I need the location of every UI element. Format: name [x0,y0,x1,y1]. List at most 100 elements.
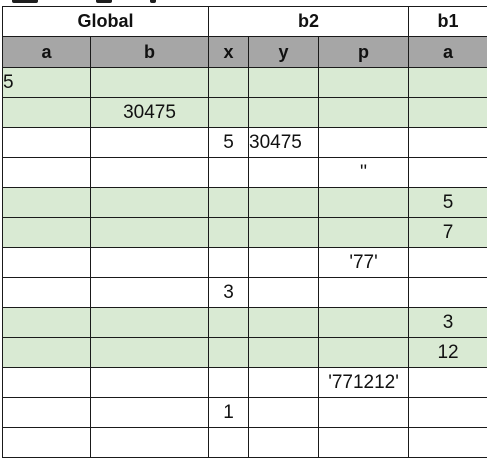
cell-b1-a[interactable] [408,277,487,308]
cell-global-b[interactable] [89,127,210,158]
cell-global-a[interactable] [2,157,91,188]
cell-b2-y[interactable] [248,187,320,218]
cell-b1-a[interactable]: 12 [408,337,487,368]
cell-global-b[interactable] [89,217,210,248]
cell-global-b[interactable] [89,247,210,278]
cell-global-a[interactable] [2,397,91,428]
cell-global-b[interactable] [89,67,210,98]
cell-b2-x[interactable] [208,97,250,128]
table-row: 7 [2,217,487,248]
cell-b2-x[interactable]: 5 [208,127,250,158]
cell-global-a[interactable] [2,277,91,308]
cell-b2-p[interactable]: '771212' [318,367,410,398]
cell-global-a[interactable] [2,367,91,398]
cell-global-a[interactable] [2,187,91,218]
cell-b1-a[interactable]: 7 [408,217,487,248]
cell-b2-p[interactable] [318,217,410,248]
column-header-row: a b x y p a [2,36,487,68]
table-row: 5 [2,187,487,218]
table-row: 3 [2,277,487,308]
cell-b1-a[interactable] [408,247,487,278]
cell-global-b[interactable] [89,397,210,428]
cell-global-b[interactable] [89,187,210,218]
cell-global-b[interactable] [89,427,210,458]
cell-b1-a[interactable] [408,427,487,458]
cell-global-a[interactable] [2,337,91,368]
cell-b1-a[interactable] [408,97,487,128]
cropped-text-fragment [96,0,112,3]
column-header-b2-y: y [248,36,320,68]
table-row: '771212' [2,367,487,398]
cell-global-a[interactable] [2,307,91,338]
cell-b2-p[interactable] [318,97,410,128]
cell-b2-p[interactable] [318,337,410,368]
cell-b2-y[interactable] [248,157,320,188]
cell-b2-x[interactable] [208,157,250,188]
cell-b1-a[interactable]: 3 [408,307,487,338]
cell-b2-y[interactable] [248,217,320,248]
column-header-global-a: a [2,36,91,68]
scope-header-row: Global b2 b1 [1,6,487,37]
cell-b1-a[interactable] [408,67,487,98]
table-row: '77' [2,247,487,278]
cell-global-a[interactable] [2,127,91,158]
cell-global-b[interactable] [89,277,210,308]
cell-b2-y[interactable] [248,307,320,338]
cell-b2-x[interactable] [208,367,250,398]
cell-b2-x[interactable] [208,217,250,248]
cell-b2-p[interactable] [318,67,410,98]
cell-b2-y[interactable] [248,427,320,458]
cell-b2-p[interactable] [318,187,410,218]
cell-b2-p[interactable]: '77' [318,247,410,278]
cell-b2-y[interactable] [248,277,320,308]
cell-b2-x[interactable]: 3 [208,277,250,308]
column-header-b2-p: p [318,36,410,68]
scope-header-global: Global [1,6,210,37]
cell-b2-y[interactable] [248,367,320,398]
cell-b2-x[interactable] [208,337,250,368]
scope-header-b1: b1 [408,6,487,37]
cell-b2-x[interactable]: 1 [208,397,250,428]
column-header-b1-a: a [408,36,487,68]
cell-b2-x[interactable] [208,427,250,458]
cell-global-b[interactable] [89,157,210,188]
cell-b2-y[interactable] [248,397,320,428]
cell-global-a[interactable] [2,97,91,128]
cell-b1-a[interactable] [408,397,487,428]
table-row: 30475 [2,97,487,128]
cell-b1-a[interactable] [408,127,487,158]
cell-global-b[interactable] [89,307,210,338]
cell-b2-p[interactable] [318,427,410,458]
cell-b2-y[interactable] [248,97,320,128]
cell-global-a[interactable] [2,247,91,278]
cell-b2-y[interactable] [248,337,320,368]
column-header-global-b: b [89,36,210,68]
cell-b2-p[interactable]: '' [318,157,410,188]
cell-b2-p[interactable] [318,307,410,338]
cell-b2-x[interactable] [208,247,250,278]
cell-b2-y[interactable]: 30475 [248,127,320,158]
cell-global-b[interactable]: 30475 [89,97,210,128]
cell-b2-x[interactable] [208,67,250,98]
variable-trace-table: Global b2 b1 a b x y p a 5 30475 5 30475 '' 5… [1,6,487,458]
cell-b2-p[interactable] [318,127,410,158]
scope-header-b2: b2 [208,6,410,37]
cell-global-a[interactable]: 5 [2,67,91,98]
table-body: 5 30475 5 30475 '' 5 7'77' 3 3 12'771212' 1 [2,67,487,458]
cell-global-a[interactable] [2,217,91,248]
cell-b1-a[interactable] [408,367,487,398]
cell-b2-p[interactable] [318,397,410,428]
cell-b2-x[interactable] [208,307,250,338]
column-header-b2-x: x [208,36,250,68]
cell-global-b[interactable] [89,367,210,398]
cell-global-a[interactable] [2,427,91,458]
cell-b2-y[interactable] [248,247,320,278]
cropped-text-fragment [150,0,156,3]
cell-b1-a[interactable] [408,157,487,188]
cell-global-b[interactable] [89,337,210,368]
cell-b2-x[interactable] [208,187,250,218]
cell-b2-y[interactable] [248,67,320,98]
cell-b1-a[interactable]: 5 [408,187,487,218]
table-row: 5 [2,67,487,98]
cell-b2-p[interactable] [318,277,410,308]
